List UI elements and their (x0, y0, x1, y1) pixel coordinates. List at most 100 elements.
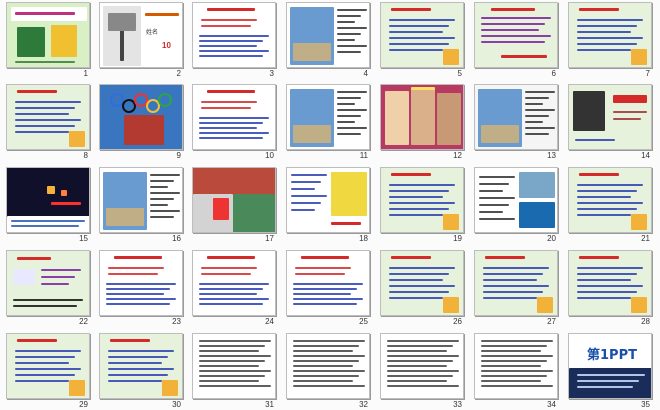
text-line (108, 356, 168, 358)
text-line (150, 216, 174, 218)
text-line (15, 61, 75, 63)
slide-thumbnail[interactable] (286, 250, 370, 316)
slide-content (381, 334, 463, 398)
slide-number: 17 (265, 234, 274, 243)
slide-thumbnail[interactable] (6, 333, 90, 399)
text-line (199, 303, 263, 305)
slide-thumbnail[interactable] (568, 167, 652, 233)
text-line (577, 291, 637, 293)
text-line (199, 380, 259, 382)
slide-thumbnail[interactable]: 姓名 10 (99, 2, 183, 68)
slide-number: 26 (453, 317, 462, 326)
slide-thumbnail[interactable] (286, 2, 370, 68)
slide-thumbnail[interactable] (474, 333, 558, 399)
text-line (613, 111, 647, 113)
slide-thumbnail[interactable] (6, 2, 90, 68)
caption-number: 10 (162, 41, 171, 50)
text-line (199, 122, 263, 124)
text-line (337, 115, 361, 117)
text-line (337, 127, 367, 129)
slide-thumbnail[interactable] (568, 84, 652, 150)
text-line (479, 176, 515, 178)
slide-thumbnail[interactable] (192, 333, 276, 399)
text-line (479, 183, 509, 185)
text-line (150, 174, 180, 176)
text-line (199, 350, 259, 352)
slide-thumbnail[interactable] (192, 167, 276, 233)
cartoon-figure (51, 25, 77, 57)
text-line (13, 299, 83, 301)
text-line (387, 380, 447, 382)
slide-thumbnail[interactable] (99, 333, 183, 399)
text-line (577, 374, 645, 376)
text-line (577, 190, 637, 192)
slide-thumbnail[interactable] (286, 84, 370, 150)
slide-thumbnail[interactable] (474, 250, 558, 316)
text-line (481, 345, 547, 347)
slide-thumbnail[interactable]: 第1PPT (568, 333, 652, 399)
slide-content (569, 168, 651, 232)
slide-content (569, 3, 651, 67)
title-text (485, 256, 525, 259)
slide-thumbnail[interactable] (474, 167, 558, 233)
slide-number: 32 (359, 400, 368, 409)
slide-content (381, 85, 463, 149)
text-line (389, 25, 449, 27)
text-line (293, 340, 365, 342)
slide-thumbnail[interactable] (474, 84, 558, 150)
text-line (337, 27, 367, 29)
title-text (17, 257, 51, 260)
slide-thumbnail[interactable] (286, 167, 370, 233)
text-line (291, 188, 315, 190)
text-line (525, 97, 549, 99)
landscape-photo (519, 172, 555, 198)
slide-thumbnail[interactable] (380, 167, 464, 233)
slide-thumbnail[interactable] (192, 84, 276, 150)
text-line (15, 362, 69, 364)
slide-thumbnail[interactable] (568, 250, 652, 316)
text-line (481, 350, 541, 352)
slide-thumbnail[interactable] (568, 2, 652, 68)
slide-thumbnail[interactable] (6, 167, 90, 233)
text-line (199, 55, 263, 57)
text-line (481, 365, 541, 367)
text-line (389, 190, 449, 192)
slide-content (193, 85, 275, 149)
slide-thumbnail[interactable] (380, 2, 464, 68)
slide-thumbnail[interactable] (6, 84, 90, 150)
text-line (201, 107, 251, 109)
slide-thumbnail[interactable] (6, 250, 90, 316)
slide-thumbnail[interactable] (380, 84, 464, 150)
slide-content (287, 85, 369, 149)
photo (481, 125, 519, 143)
text-line (293, 283, 363, 285)
slide-thumbnail[interactable] (286, 333, 370, 399)
slide-thumbnail[interactable] (99, 167, 183, 233)
slide-content (569, 85, 651, 149)
slide-thumbnail[interactable] (99, 250, 183, 316)
slide-thumbnail[interactable] (192, 2, 276, 68)
slide-content (287, 334, 369, 398)
text-line (337, 45, 367, 47)
text-line (479, 211, 503, 213)
text-line (577, 279, 631, 281)
slide-thumbnail[interactable] (380, 250, 464, 316)
slide-thumbnail[interactable] (192, 250, 276, 316)
slide-number: 23 (172, 317, 181, 326)
text-line (15, 113, 69, 115)
text-line (389, 37, 455, 39)
text-line (337, 121, 355, 123)
text-line (577, 25, 637, 27)
text-line (577, 297, 631, 299)
text-line (293, 298, 363, 300)
slide-number: 1 (83, 69, 88, 78)
text-line (337, 97, 361, 99)
slide-thumbnail[interactable] (474, 2, 558, 68)
text-line (201, 19, 257, 21)
slide-thumbnail[interactable] (99, 84, 183, 150)
slide-content (287, 168, 369, 232)
text-line (15, 380, 69, 382)
text-line (389, 208, 449, 210)
slide-thumbnail[interactable] (380, 333, 464, 399)
text-line (13, 305, 77, 307)
